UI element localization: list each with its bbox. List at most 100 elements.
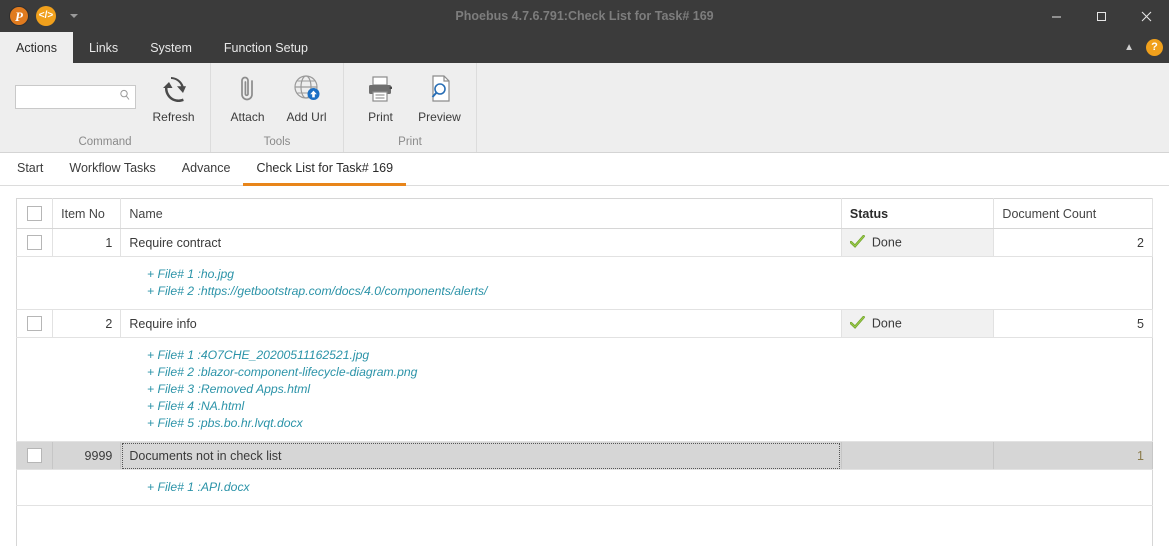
- cell-document-count: 2: [993, 228, 1153, 257]
- file-link[interactable]: + File# 4 :NA.html: [147, 398, 1144, 415]
- ribbon-tab-links[interactable]: Links: [73, 32, 134, 63]
- file-link[interactable]: + File# 3 :Removed Apps.html: [147, 381, 1144, 398]
- cell-name[interactable]: Require contract: [120, 228, 842, 257]
- paperclip-icon: [233, 71, 263, 107]
- ribbon-tab-strip: Actions Links System Function Setup ▲ ?: [0, 32, 1169, 63]
- file-list-cell: + File# 1 :API.docx: [16, 469, 1153, 506]
- print-preview-icon: [425, 71, 455, 107]
- ribbon-tab-function-setup[interactable]: Function Setup: [208, 32, 324, 63]
- ribbon-right-controls: ▲ ?: [1124, 32, 1163, 63]
- check-list-grid: Item No Name Status Document Count 1 Req…: [16, 198, 1153, 546]
- ribbon-group-command-label: Command: [78, 136, 132, 148]
- table-row[interactable]: 9999 Documents not in check list 1: [16, 441, 1153, 470]
- ribbon-filler: [477, 63, 1169, 152]
- row-select-cell[interactable]: [16, 228, 54, 257]
- attach-label: Attach: [230, 109, 265, 124]
- empty-row: [16, 505, 1153, 546]
- file-list: + File# 1 :ho.jpg + File# 2 :https://get…: [17, 266, 1144, 300]
- tab-advance[interactable]: Advance: [169, 153, 244, 186]
- search-icon[interactable]: [119, 89, 131, 104]
- phoebus-logo-icon[interactable]: P: [9, 6, 29, 26]
- tab-start[interactable]: Start: [4, 153, 56, 186]
- file-link[interactable]: + File# 2 :blazor-component-lifecycle-di…: [147, 364, 1144, 381]
- file-list-cell: + File# 1 :4O7CHE_20200511162521.jpg + F…: [16, 337, 1153, 442]
- search-input[interactable]: [20, 89, 119, 104]
- quick-access-toolbar: P </>: [0, 6, 78, 26]
- cell-name[interactable]: Documents not in check list: [120, 441, 842, 470]
- cell-status: Done: [841, 228, 995, 257]
- cell-status: [841, 441, 995, 470]
- tab-check-list-for-task[interactable]: Check List for Task# 169: [243, 153, 407, 186]
- file-link[interactable]: + File# 2 :https://getbootstrap.com/docs…: [147, 283, 1144, 300]
- ribbon-tab-system[interactable]: System: [134, 32, 208, 63]
- file-link[interactable]: + File# 1 :API.docx: [147, 479, 1144, 496]
- row-checkbox[interactable]: [27, 448, 43, 464]
- file-list-cell: + File# 1 :ho.jpg + File# 2 :https://get…: [16, 256, 1153, 310]
- file-list: + File# 1 :API.docx: [17, 479, 1144, 496]
- refresh-button[interactable]: Refresh: [144, 65, 203, 131]
- maximize-icon[interactable]: [1079, 0, 1124, 32]
- search-box[interactable]: [15, 84, 136, 109]
- window-title: Phoebus 4.7.6.791:Check List for Task# 1…: [455, 9, 714, 23]
- ribbon-group-print-label: Print: [398, 136, 422, 148]
- chevron-down-icon[interactable]: [70, 14, 78, 18]
- cell-status: Done: [841, 309, 995, 338]
- file-link[interactable]: + File# 1 :4O7CHE_20200511162521.jpg: [147, 347, 1144, 364]
- cell-document-count: 1: [993, 441, 1153, 470]
- print-label: Print: [368, 109, 393, 124]
- preview-button[interactable]: Preview: [410, 65, 469, 131]
- attach-button[interactable]: Attach: [218, 65, 277, 131]
- document-tab-strip: Start Workflow Tasks Advance Check List …: [0, 153, 1169, 186]
- search-container: [7, 65, 144, 131]
- cell-item-no: 2: [52, 309, 122, 338]
- cell-name[interactable]: Require info: [120, 309, 842, 338]
- help-icon[interactable]: ?: [1146, 39, 1163, 56]
- preview-label: Preview: [418, 109, 461, 124]
- tab-workflow-tasks[interactable]: Workflow Tasks: [56, 153, 168, 186]
- print-button[interactable]: Print: [351, 65, 410, 131]
- ribbon-group-tools: Attach Add Url Tools: [211, 63, 344, 152]
- select-all-header[interactable]: [16, 198, 54, 229]
- row-checkbox[interactable]: [27, 235, 43, 251]
- file-list-row: + File# 1 :4O7CHE_20200511162521.jpg + F…: [16, 337, 1153, 442]
- table-row[interactable]: 1 Require contract Done 2: [16, 228, 1153, 257]
- row-select-cell[interactable]: [16, 309, 54, 338]
- table-row[interactable]: 2 Require info Done 5: [16, 309, 1153, 338]
- cell-item-no: 1: [52, 228, 122, 257]
- refresh-icon: [159, 71, 189, 107]
- column-header-name[interactable]: Name: [120, 198, 842, 229]
- ribbon-group-print: Print Preview Print: [344, 63, 477, 152]
- printer-icon: [365, 71, 397, 107]
- status-label: Done: [871, 315, 902, 330]
- code-icon[interactable]: </>: [36, 6, 56, 26]
- select-all-checkbox[interactable]: [27, 206, 43, 222]
- ribbon-tab-actions[interactable]: Actions: [0, 32, 73, 63]
- close-icon[interactable]: [1124, 0, 1169, 32]
- file-link[interactable]: + File# 1 :ho.jpg: [147, 266, 1144, 283]
- ribbon-group-command: Refresh Command: [0, 63, 211, 152]
- empty-cell: [16, 505, 1153, 546]
- green-check-icon: [849, 234, 865, 251]
- add-url-label: Add Url: [286, 109, 327, 124]
- row-checkbox[interactable]: [27, 316, 43, 332]
- file-link[interactable]: + File# 5 :pbs.bo.hr.lvqt.docx: [147, 415, 1144, 432]
- ribbon-group-tools-label: Tools: [263, 136, 291, 148]
- file-list-row: + File# 1 :API.docx: [16, 469, 1153, 506]
- green-check-icon: [849, 315, 865, 332]
- column-header-item-no[interactable]: Item No: [52, 198, 122, 229]
- add-url-button[interactable]: Add Url: [277, 65, 336, 131]
- minimize-icon[interactable]: [1034, 0, 1079, 32]
- status-label: Done: [871, 234, 902, 249]
- row-select-cell[interactable]: [16, 441, 54, 470]
- collapse-ribbon-icon[interactable]: ▲: [1124, 42, 1134, 53]
- file-list: + File# 1 :4O7CHE_20200511162521.jpg + F…: [17, 347, 1144, 432]
- column-header-status[interactable]: Status: [841, 198, 995, 229]
- column-header-document-count[interactable]: Document Count: [993, 198, 1153, 229]
- ribbon: Refresh Command Attach Add Url Tools Pri…: [0, 63, 1169, 153]
- table-header-row: Item No Name Status Document Count: [16, 198, 1153, 229]
- file-list-row: + File# 1 :ho.jpg + File# 2 :https://get…: [16, 256, 1153, 310]
- cell-document-count: 5: [993, 309, 1153, 338]
- title-bar: P </> Phoebus 4.7.6.791:Check List for T…: [0, 0, 1169, 32]
- globe-upload-icon: [291, 71, 323, 107]
- check-list-grid-container: Item No Name Status Document Count 1 Req…: [0, 186, 1169, 546]
